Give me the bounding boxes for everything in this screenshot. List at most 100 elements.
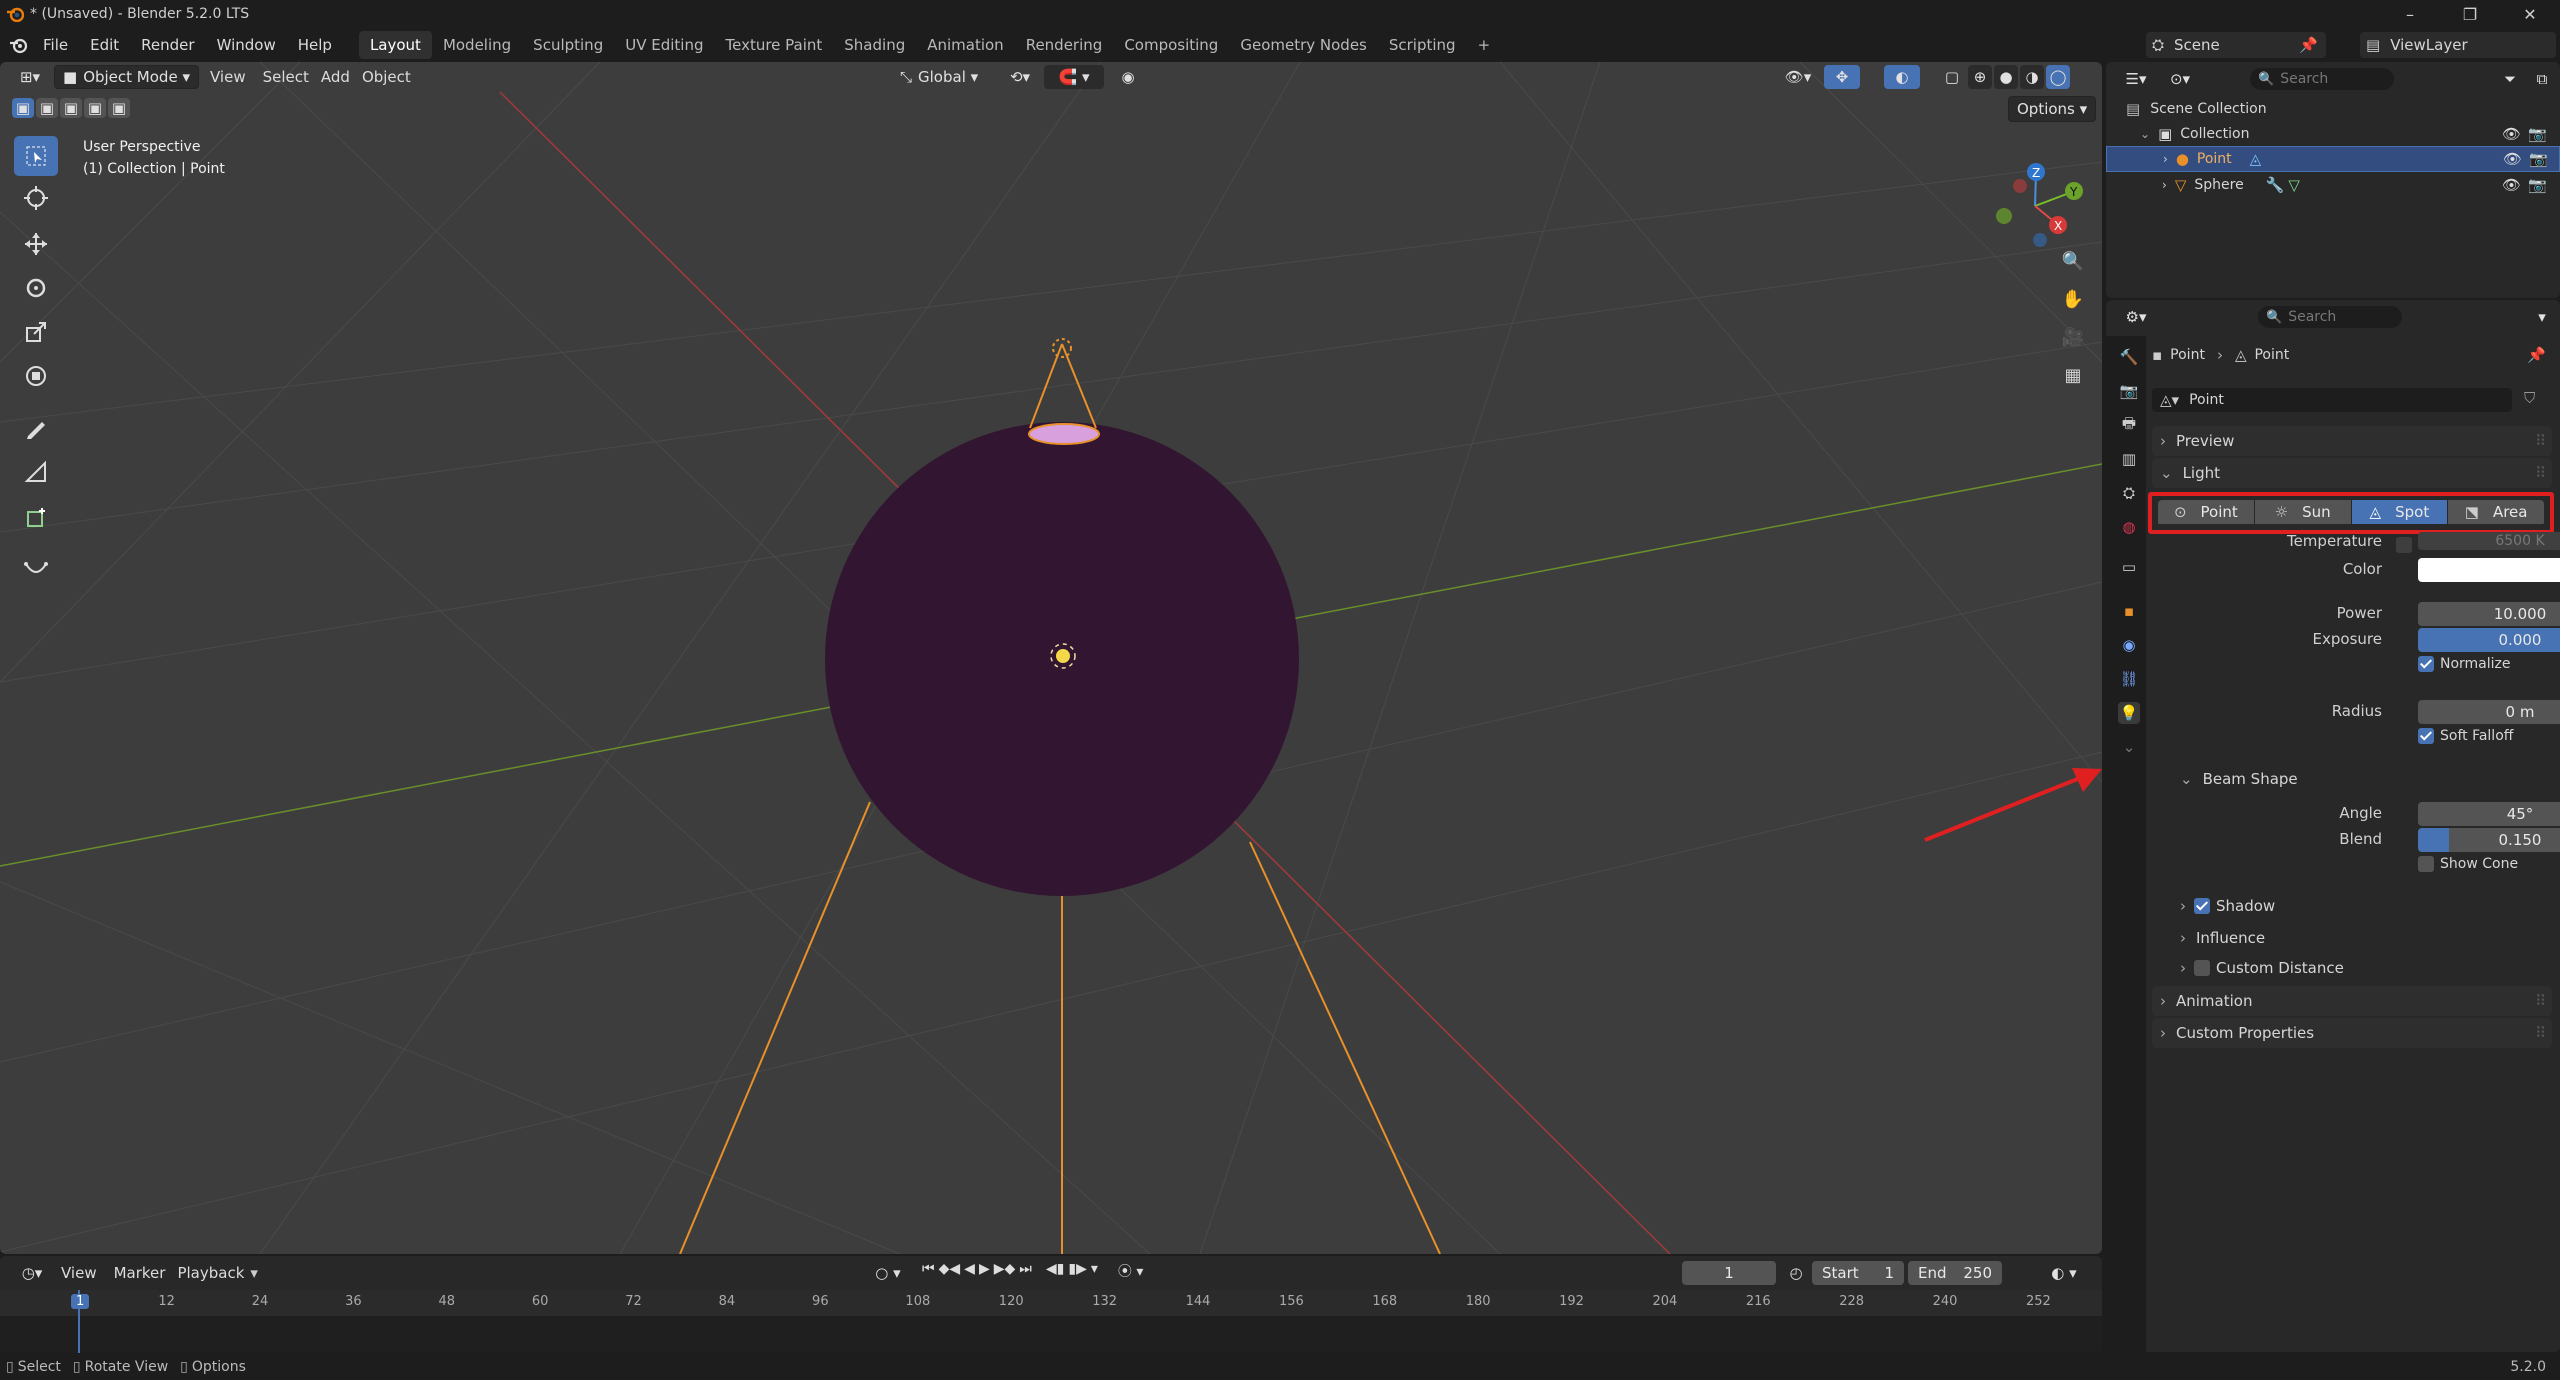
tab-sculpting[interactable]: Sculpting xyxy=(522,31,614,59)
normalize-checkbox-row[interactable]: Normalize xyxy=(2418,656,2511,672)
material-shading-icon[interactable]: ◑ xyxy=(2020,65,2044,89)
pin-icon[interactable]: 📌 xyxy=(2299,36,2318,54)
collection-row[interactable]: ⌄ ▣ Collection 👁 📷 xyxy=(2106,121,2560,147)
viewlayer-selector[interactable]: ▤ ViewLayer xyxy=(2360,32,2556,58)
point-render-icon[interactable]: 📷 xyxy=(2529,150,2548,168)
proportional-edit-icon[interactable]: ◉ xyxy=(1116,65,1140,89)
perspective-grid-icon[interactable]: ▦ xyxy=(2058,360,2088,390)
show-cone-checkbox-row[interactable]: Show Cone xyxy=(2418,856,2518,872)
spot-blend-field[interactable]: 0.150 xyxy=(2418,828,2560,852)
rendered-shading-icon[interactable]: ◯ xyxy=(2046,65,2070,89)
viewport-menu-object[interactable]: Object xyxy=(356,62,417,92)
outliner-editor-type-icon[interactable]: ☰▾ xyxy=(2118,67,2154,91)
viewport-menu-select[interactable]: Select xyxy=(257,62,315,92)
output-tab-icon[interactable]: 🖶 xyxy=(2118,414,2140,436)
light-origin[interactable] xyxy=(1056,649,1070,663)
display-mode-icon[interactable]: ⊙▾ xyxy=(2162,67,2198,91)
properties-editor-type-icon[interactable]: ⚙▾ xyxy=(2118,305,2154,329)
tabs-more-icon[interactable]: ⌄ xyxy=(2118,736,2140,758)
prev-keyframe-icon[interactable]: ◆◀ xyxy=(939,1261,961,1281)
collection-render-icon[interactable]: 📷 xyxy=(2528,125,2547,143)
new-collection-icon[interactable]: ⧉ xyxy=(2530,67,2554,91)
collection-expand-icon[interactable]: ⌄ xyxy=(2140,127,2150,141)
minimize-button[interactable]: – xyxy=(2380,0,2440,28)
navigation-gizmo[interactable]: Z Y X xyxy=(1980,140,2090,250)
visibility-icon[interactable]: 👁▾ xyxy=(1780,65,1816,89)
light-data-tab-icon[interactable]: 💡 xyxy=(2118,702,2140,724)
wireframe-shading-icon[interactable]: ⊕ xyxy=(1968,65,1992,89)
constraints-tab-icon[interactable]: ⛓ xyxy=(2118,668,2140,690)
menu-window[interactable]: Window xyxy=(206,28,287,62)
viewport-menu-view[interactable]: View xyxy=(199,62,257,92)
panel-animation-header[interactable]: › Animation ⠿ xyxy=(2152,986,2552,1016)
timeline-editor[interactable]: ◷▾ View Marker Playback ▾ ○ ▾ ⏮ ◆◀ ◀ ▶ ▶◆… xyxy=(0,1256,2102,1353)
temperature-field[interactable]: 6500 K xyxy=(2418,532,2560,550)
maximize-button[interactable]: ❐ xyxy=(2440,0,2500,28)
current-frame-field[interactable]: 1 xyxy=(1682,1261,1776,1285)
next-keyframe-icon[interactable]: ▶◆ xyxy=(994,1261,1016,1281)
scene-tab-icon[interactable]: ⛭ xyxy=(2118,482,2140,504)
panel-light-header[interactable]: ⌄ Light ⠿ xyxy=(2152,458,2552,488)
panel-custom-distance-header[interactable]: › Custom Distance xyxy=(2172,954,2344,982)
outliner-item-point[interactable]: › ● Point ◬ 👁 📷 xyxy=(2106,146,2560,172)
render-tab-icon[interactable]: 📷 xyxy=(2118,380,2140,402)
camera-view-icon[interactable]: 🎥 xyxy=(2058,322,2088,352)
select-intersect-icon[interactable]: ▣ xyxy=(108,98,130,118)
outliner-item-sphere[interactable]: › ▽ Sphere 🔧 ▽ 👁 📷 xyxy=(2106,172,2560,198)
xray-icon[interactable]: ▢ xyxy=(1940,65,1964,89)
timeline-menu-marker[interactable]: Marker xyxy=(108,1256,172,1290)
point-expand-icon[interactable]: › xyxy=(2163,152,2168,166)
radius-field[interactable]: 0 m xyxy=(2418,700,2560,724)
select-invert-icon[interactable]: ▣ xyxy=(84,98,106,118)
3d-viewport[interactable]: ⊞▾ ■ Object Mode ▾ View Select Add Object… xyxy=(0,62,2102,1254)
mode-dropdown[interactable]: ■ Object Mode ▾ xyxy=(54,65,199,89)
snap-icon[interactable]: 🧲 ▾ xyxy=(1044,65,1104,89)
spot-angle-field[interactable]: 45° xyxy=(2418,802,2560,826)
select-new-icon[interactable]: ▣ xyxy=(12,98,34,118)
pivot-icon[interactable]: ⟲▾ xyxy=(1000,65,1040,89)
play-icon[interactable]: ▶ xyxy=(979,1261,990,1281)
add-workspace-button[interactable]: + xyxy=(1467,31,1502,59)
tab-rendering[interactable]: Rendering xyxy=(1015,31,1114,59)
auto-key-icon[interactable]: ⦿ ▾ xyxy=(1118,1261,1143,1281)
tool-transform[interactable] xyxy=(14,356,58,396)
collection-visibility-icon[interactable]: 👁 xyxy=(2502,125,2521,143)
menu-edit[interactable]: Edit xyxy=(79,28,130,62)
zoom-icon[interactable]: 🔍 xyxy=(2058,246,2088,276)
pan-hand-icon[interactable]: ✋ xyxy=(2058,284,2088,314)
tool-rotate[interactable] xyxy=(14,268,58,308)
properties-search[interactable]: 🔍 Search xyxy=(2258,306,2402,328)
animation-drag-handle[interactable]: ⠿ xyxy=(2535,992,2546,1010)
options-dropdown[interactable]: Options ▾ xyxy=(2008,96,2097,122)
soft-falloff-checkbox-row[interactable]: Soft Falloff xyxy=(2418,728,2513,744)
panel-shadow-header[interactable]: › Shadow xyxy=(2172,892,2275,920)
view-layer-tab-icon[interactable]: ▥ xyxy=(2118,448,2140,470)
editor-type-icon[interactable]: ⊞▾ xyxy=(12,65,48,89)
panel-custom-properties-header[interactable]: › Custom Properties ⠿ xyxy=(2152,1018,2552,1048)
jump-start-icon[interactable]: ⏮ xyxy=(922,1261,935,1281)
tool-cursor[interactable] xyxy=(14,178,58,218)
blender-menu-icon[interactable] xyxy=(8,36,28,54)
normalize-checkbox[interactable] xyxy=(2418,656,2434,672)
properties-editor[interactable]: ⚙▾ 🔍 Search ▾ 🔨 📷 🖶 ▥ ⛭ ◍ ▭ ▪ ◉ ⛓ 💡 ⌄ ▪ … xyxy=(2106,300,2560,1352)
tab-texture-paint[interactable]: Texture Paint xyxy=(714,31,833,59)
light-drag-handle[interactable]: ⠿ xyxy=(2535,464,2546,482)
fake-user-shield-icon[interactable]: ⛉ xyxy=(2524,389,2535,407)
tool-select-box[interactable] xyxy=(14,136,58,176)
playback-options-icon[interactable]: ▾ xyxy=(1091,1261,1098,1281)
menu-file[interactable]: File xyxy=(32,28,79,62)
outliner-search[interactable]: 🔍 Search xyxy=(2250,68,2394,90)
tab-geometry-nodes[interactable]: Geometry Nodes xyxy=(1229,31,1378,59)
outliner[interactable]: ☰▾ ⊙▾ 🔍 Search ⏷ ⧉ ▤ Scene Collection ⌄ … xyxy=(2106,62,2560,298)
tool-scale[interactable] xyxy=(14,312,58,352)
clock-icon[interactable]: ◴ xyxy=(1784,1261,1808,1285)
tool-move[interactable] xyxy=(14,224,58,264)
object-tab-icon[interactable]: ▪ xyxy=(2118,600,2140,622)
start-frame-field[interactable]: Start 1 xyxy=(1812,1261,1904,1285)
select-extend-icon[interactable]: ▣ xyxy=(36,98,58,118)
pin-properties-icon[interactable]: 📌 xyxy=(2527,346,2546,364)
tool-annotate[interactable] xyxy=(14,408,58,448)
scene-selector[interactable]: ⛭ Scene 📌 xyxy=(2146,32,2326,58)
tool-add-cube[interactable] xyxy=(14,498,58,538)
panel-beam-shape-header[interactable]: ⌄ Beam Shape xyxy=(2172,764,2548,794)
